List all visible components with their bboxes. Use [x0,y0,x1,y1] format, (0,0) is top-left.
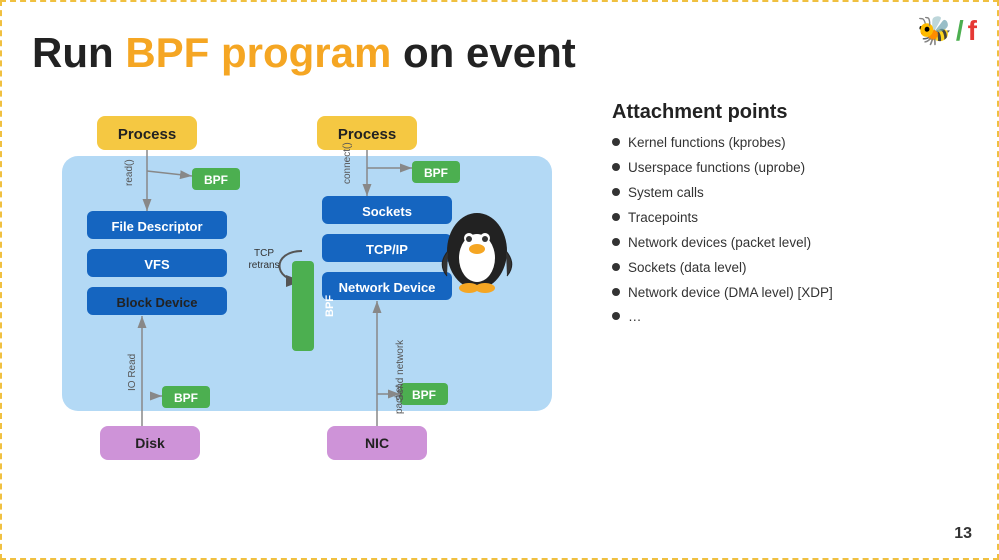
attachment-list: Kernel functions (kprobes) Userspace fun… [612,134,967,327]
svg-text:Sockets: Sockets [362,204,412,219]
title-suffix: on event [391,29,575,76]
svg-text:TCP: TCP [254,248,274,259]
list-item-text: Network device (DMA level) [XDP] [628,284,833,303]
diagram-svg: Process Process File Descriptor VFS Bloc… [32,96,592,476]
slash-icon: / [956,15,964,47]
svg-text:BPF: BPF [204,173,228,187]
slide: 🐝 / f Run BPF program on event Process P… [0,0,999,560]
svg-text:retrans: retrans [248,260,279,271]
bullet-dot [612,188,620,196]
page-number: 13 [954,525,972,543]
list-item: Userspace functions (uprobe) [612,159,967,178]
attachment-title: Attachment points [612,101,967,124]
svg-text:read(): read() [124,160,135,187]
svg-text:Network Device: Network Device [339,280,436,295]
diagram: Process Process File Descriptor VFS Bloc… [32,96,592,476]
bullet-dot [612,263,620,271]
list-item-text: Tracepoints [628,209,698,228]
bullet-dot [612,138,620,146]
svg-text:BPF: BPF [412,388,436,402]
bullet-dot [612,163,620,171]
list-item-text: Kernel functions (kprobes) [628,134,786,153]
svg-text:BPF: BPF [424,166,448,180]
list-item: Sockets (data level) [612,259,967,278]
svg-text:VFS: VFS [144,257,170,272]
slide-title: Run BPF program on event [32,30,967,76]
list-item: Network devices (packet level) [612,234,967,253]
list-item: Network device (DMA level) [XDP] [612,284,967,303]
list-item-text: Userspace functions (uprobe) [628,159,805,178]
attachment-points: Attachment points Kernel functions (kpro… [612,96,967,333]
list-item-text: … [628,308,642,327]
svg-text:Process: Process [338,126,396,143]
svg-text:Block Device: Block Device [117,295,198,310]
svg-text:NIC: NIC [365,435,389,451]
svg-text:TCP/IP: TCP/IP [366,242,408,257]
list-item: Tracepoints [612,209,967,228]
svg-text:Disk: Disk [135,435,165,451]
bullet-dot [612,288,620,296]
bee-icon: 🐝 [917,14,952,47]
svg-text:packet: packet [394,385,405,415]
list-item: … [612,308,967,327]
svg-text:IO Read: IO Read [127,354,138,391]
list-item: System calls [612,184,967,203]
svg-text:File Descriptor: File Descriptor [111,219,202,234]
title-highlight: BPF program [125,29,391,76]
logo-area: 🐝 / f [917,14,977,47]
bullet-dot [612,312,620,320]
list-item-text: Sockets (data level) [628,259,747,278]
svg-text:BPF: BPF [174,391,198,405]
svg-text:connect(): connect() [342,143,353,185]
bullet-dot [612,213,620,221]
list-item-text: Network devices (packet level) [628,234,811,253]
title-prefix: Run [32,29,125,76]
content-area: Process Process File Descriptor VFS Bloc… [32,96,967,476]
list-item-text: System calls [628,184,704,203]
bullet-dot [612,238,620,246]
svg-text:Process: Process [118,126,176,143]
svg-text:BPF: BPF [324,295,336,317]
f-logo: f [968,15,977,47]
list-item: Kernel functions (kprobes) [612,134,967,153]
